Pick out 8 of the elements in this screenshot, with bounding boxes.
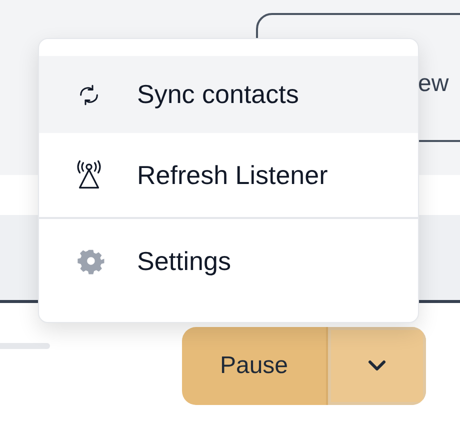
dropdown-button[interactable] — [326, 327, 426, 405]
progress-track — [0, 343, 50, 349]
antenna-icon — [75, 160, 103, 190]
menu-item[interactable]: Refresh Listener — [39, 133, 418, 217]
menu-item[interactable]: Settings — [39, 219, 418, 303]
menu-item[interactable]: Sync contacts — [39, 56, 418, 133]
caret-icon — [367, 360, 387, 372]
pause-button[interactable]: Pause — [182, 327, 326, 405]
